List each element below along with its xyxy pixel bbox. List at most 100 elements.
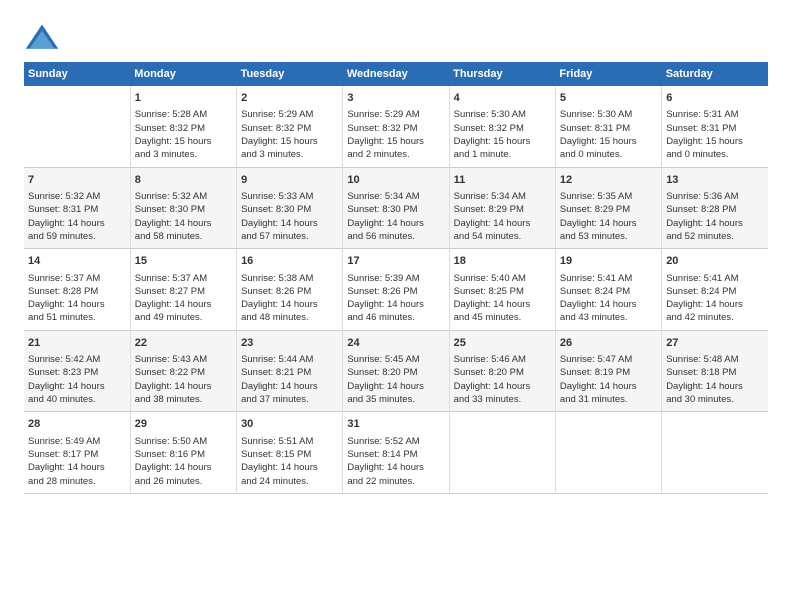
calendar-cell: 21 Sunrise: 5:42 AM Sunset: 8:23 PM Dayli…: [24, 330, 130, 412]
column-header-tuesday: Tuesday: [237, 62, 343, 86]
calendar-week-row: 21 Sunrise: 5:42 AM Sunset: 8:23 PM Dayli…: [24, 330, 768, 412]
calendar-cell: 5 Sunrise: 5:30 AM Sunset: 8:31 PM Daylig…: [555, 86, 661, 167]
day-number: 7: [28, 173, 126, 188]
cell-info: Sunrise: 5:42 AM Sunset: 8:23 PM Dayligh…: [28, 353, 126, 406]
calendar-cell: 18 Sunrise: 5:40 AM Sunset: 8:25 PM Dayli…: [449, 249, 555, 331]
cell-info: Sunrise: 5:31 AM Sunset: 8:31 PM Dayligh…: [666, 108, 764, 161]
calendar-cell: 16Sunrise: 5:38 AM Sunset: 8:26 PM Dayli…: [237, 249, 343, 331]
calendar-cell: 8 Sunrise: 5:32 AM Sunset: 8:30 PM Daylig…: [130, 167, 236, 249]
calendar-cell: 12 Sunrise: 5:35 AM Sunset: 8:29 PM Dayli…: [555, 167, 661, 249]
day-number: 18: [454, 254, 551, 269]
column-header-monday: Monday: [130, 62, 236, 86]
calendar-cell: 3Sunrise: 5:29 AM Sunset: 8:32 PM Daylig…: [343, 86, 449, 167]
column-header-thursday: Thursday: [449, 62, 555, 86]
day-number: 11: [454, 173, 551, 188]
cell-info: Sunrise: 5:39 AM Sunset: 8:26 PM Dayligh…: [347, 272, 444, 325]
cell-info: Sunrise: 5:41 AM Sunset: 8:24 PM Dayligh…: [560, 272, 657, 325]
cell-info: Sunrise: 5:34 AM Sunset: 8:29 PM Dayligh…: [454, 190, 551, 243]
day-number: 24: [347, 336, 444, 351]
cell-info: Sunrise: 5:36 AM Sunset: 8:28 PM Dayligh…: [666, 190, 764, 243]
cell-info: Sunrise: 5:40 AM Sunset: 8:25 PM Dayligh…: [454, 272, 551, 325]
cell-info: Sunrise: 5:47 AM Sunset: 8:19 PM Dayligh…: [560, 353, 657, 406]
day-number: 8: [135, 173, 232, 188]
calendar-cell: 1 Sunrise: 5:28 AM Sunset: 8:32 PM Daylig…: [130, 86, 236, 167]
calendar-week-row: 1 Sunrise: 5:28 AM Sunset: 8:32 PM Daylig…: [24, 86, 768, 167]
day-number: 10: [347, 173, 444, 188]
calendar-cell: 14Sunrise: 5:37 AM Sunset: 8:28 PM Dayli…: [24, 249, 130, 331]
calendar-cell: 2 Sunrise: 5:29 AM Sunset: 8:32 PM Daylig…: [237, 86, 343, 167]
cell-info: Sunrise: 5:32 AM Sunset: 8:30 PM Dayligh…: [135, 190, 232, 243]
calendar-cell: 26Sunrise: 5:47 AM Sunset: 8:19 PM Dayli…: [555, 330, 661, 412]
calendar-cell: 30 Sunrise: 5:51 AM Sunset: 8:15 PM Dayli…: [237, 412, 343, 494]
calendar-cell: [555, 412, 661, 494]
cell-info: Sunrise: 5:34 AM Sunset: 8:30 PM Dayligh…: [347, 190, 444, 243]
day-number: 28: [28, 417, 126, 432]
cell-info: Sunrise: 5:30 AM Sunset: 8:32 PM Dayligh…: [454, 108, 551, 161]
page-header: [24, 20, 768, 56]
day-number: 17: [347, 254, 444, 269]
cell-info: Sunrise: 5:46 AM Sunset: 8:20 PM Dayligh…: [454, 353, 551, 406]
day-number: 12: [560, 173, 657, 188]
day-number: 27: [666, 336, 764, 351]
calendar-cell: 7 Sunrise: 5:32 AM Sunset: 8:31 PM Daylig…: [24, 167, 130, 249]
cell-info: Sunrise: 5:50 AM Sunset: 8:16 PM Dayligh…: [135, 435, 232, 488]
day-number: 1: [135, 91, 232, 106]
cell-info: Sunrise: 5:43 AM Sunset: 8:22 PM Dayligh…: [135, 353, 232, 406]
calendar-cell: 29 Sunrise: 5:50 AM Sunset: 8:16 PM Dayli…: [130, 412, 236, 494]
cell-info: Sunrise: 5:29 AM Sunset: 8:32 PM Dayligh…: [241, 108, 338, 161]
column-header-sunday: Sunday: [24, 62, 130, 86]
column-header-friday: Friday: [555, 62, 661, 86]
day-number: 25: [454, 336, 551, 351]
cell-info: Sunrise: 5:48 AM Sunset: 8:18 PM Dayligh…: [666, 353, 764, 406]
calendar-cell: 25 Sunrise: 5:46 AM Sunset: 8:20 PM Dayli…: [449, 330, 555, 412]
cell-info: Sunrise: 5:32 AM Sunset: 8:31 PM Dayligh…: [28, 190, 126, 243]
calendar-cell: 17 Sunrise: 5:39 AM Sunset: 8:26 PM Dayli…: [343, 249, 449, 331]
calendar-cell: 20 Sunrise: 5:41 AM Sunset: 8:24 PM Dayli…: [662, 249, 768, 331]
calendar-week-row: 7 Sunrise: 5:32 AM Sunset: 8:31 PM Daylig…: [24, 167, 768, 249]
calendar-cell: [449, 412, 555, 494]
day-number: 31: [347, 417, 444, 432]
calendar-cell: 24 Sunrise: 5:45 AM Sunset: 8:20 PM Dayli…: [343, 330, 449, 412]
calendar-cell: 10 Sunrise: 5:34 AM Sunset: 8:30 PM Dayli…: [343, 167, 449, 249]
day-number: 3: [347, 91, 444, 106]
cell-info: Sunrise: 5:38 AM Sunset: 8:26 PM Dayligh…: [241, 272, 338, 325]
calendar-cell: 13 Sunrise: 5:36 AM Sunset: 8:28 PM Dayli…: [662, 167, 768, 249]
calendar-cell: 15 Sunrise: 5:37 AM Sunset: 8:27 PM Dayli…: [130, 249, 236, 331]
column-header-wednesday: Wednesday: [343, 62, 449, 86]
calendar-cell: 11 Sunrise: 5:34 AM Sunset: 8:29 PM Dayli…: [449, 167, 555, 249]
calendar-cell: [662, 412, 768, 494]
calendar-cell: 9Sunrise: 5:33 AM Sunset: 8:30 PM Daylig…: [237, 167, 343, 249]
cell-info: Sunrise: 5:37 AM Sunset: 8:28 PM Dayligh…: [28, 272, 126, 325]
calendar-table: SundayMondayTuesdayWednesdayThursdayFrid…: [24, 62, 768, 494]
day-number: 23: [241, 336, 338, 351]
day-number: 2: [241, 91, 338, 106]
day-number: 30: [241, 417, 338, 432]
calendar-cell: 6 Sunrise: 5:31 AM Sunset: 8:31 PM Daylig…: [662, 86, 768, 167]
cell-info: Sunrise: 5:28 AM Sunset: 8:32 PM Dayligh…: [135, 108, 232, 161]
calendar-cell: 4Sunrise: 5:30 AM Sunset: 8:32 PM Daylig…: [449, 86, 555, 167]
calendar-cell: 27 Sunrise: 5:48 AM Sunset: 8:18 PM Dayli…: [662, 330, 768, 412]
cell-info: Sunrise: 5:30 AM Sunset: 8:31 PM Dayligh…: [560, 108, 657, 161]
cell-info: Sunrise: 5:44 AM Sunset: 8:21 PM Dayligh…: [241, 353, 338, 406]
calendar-cell: 28 Sunrise: 5:49 AM Sunset: 8:17 PM Dayli…: [24, 412, 130, 494]
logo-icon: [24, 20, 60, 56]
day-number: 9: [241, 173, 338, 188]
day-number: 6: [666, 91, 764, 106]
calendar-header-row: SundayMondayTuesdayWednesdayThursdayFrid…: [24, 62, 768, 86]
cell-info: Sunrise: 5:45 AM Sunset: 8:20 PM Dayligh…: [347, 353, 444, 406]
calendar-week-row: 28 Sunrise: 5:49 AM Sunset: 8:17 PM Dayli…: [24, 412, 768, 494]
calendar-cell: 19Sunrise: 5:41 AM Sunset: 8:24 PM Dayli…: [555, 249, 661, 331]
day-number: 20: [666, 254, 764, 269]
cell-info: Sunrise: 5:41 AM Sunset: 8:24 PM Dayligh…: [666, 272, 764, 325]
day-number: 5: [560, 91, 657, 106]
cell-info: Sunrise: 5:35 AM Sunset: 8:29 PM Dayligh…: [560, 190, 657, 243]
day-number: 13: [666, 173, 764, 188]
calendar-week-row: 14Sunrise: 5:37 AM Sunset: 8:28 PM Dayli…: [24, 249, 768, 331]
calendar-cell: 31Sunrise: 5:52 AM Sunset: 8:14 PM Dayli…: [343, 412, 449, 494]
cell-info: Sunrise: 5:37 AM Sunset: 8:27 PM Dayligh…: [135, 272, 232, 325]
cell-info: Sunrise: 5:49 AM Sunset: 8:17 PM Dayligh…: [28, 435, 126, 488]
day-number: 29: [135, 417, 232, 432]
cell-info: Sunrise: 5:51 AM Sunset: 8:15 PM Dayligh…: [241, 435, 338, 488]
day-number: 21: [28, 336, 126, 351]
day-number: 15: [135, 254, 232, 269]
